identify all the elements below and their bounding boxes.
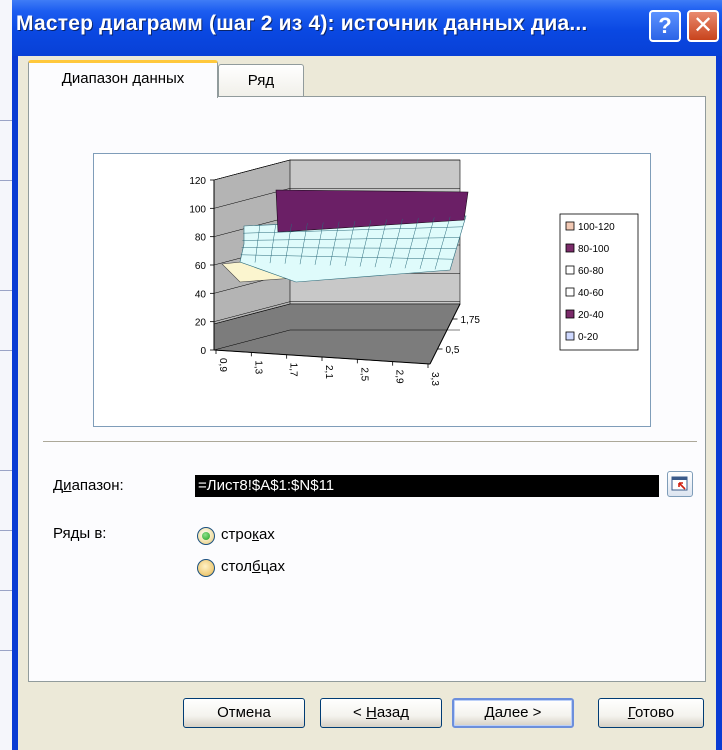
legend-swatch	[565, 287, 575, 297]
series-in-label: Ряды в:	[53, 525, 107, 542]
rows-radio-label[interactable]: строках	[221, 526, 275, 543]
legend-label: 60-80	[578, 266, 604, 277]
close-button[interactable]: ✕	[687, 10, 719, 42]
collapse-dialog-button[interactable]	[667, 471, 693, 497]
depth-tick-label: 0,5	[446, 345, 460, 356]
help-button[interactable]: ?	[649, 10, 681, 42]
tab-panel: 0 20 40 60 80 100 120 0,9 1,3 1,7 2,1 2,5 2,9 3,3 1,…	[28, 96, 706, 682]
x-tick-label: 2,9	[394, 370, 405, 384]
legend-label: 20-40	[578, 310, 604, 321]
help-icon: ?	[658, 13, 672, 38]
legend-box	[559, 213, 639, 351]
legend-swatch	[565, 243, 575, 253]
tab-data-range[interactable]: Диапазон данных	[28, 60, 218, 98]
y-tick-label: 0	[200, 346, 206, 357]
collapse-dialog-icon	[671, 476, 688, 491]
finish-button[interactable]: Готово	[598, 698, 704, 728]
tab-series-label: Ряд	[247, 72, 275, 89]
rows-radio[interactable]	[197, 527, 215, 545]
x-tick-label: 1,3	[252, 360, 263, 374]
y-tick-label: 60	[195, 261, 207, 272]
chart-wizard-dialog: Мастер диаграмм (шаг 2 из 4): источник д…	[12, 0, 722, 750]
surface-chart: 0 20 40 60 80 100 120 0,9 1,3 1,7 2,1 2,5 2,9 3,3 1,…	[189, 159, 639, 386]
range-label: Диапазон:	[53, 477, 124, 494]
x-tick-label: 2,1	[323, 365, 334, 379]
legend-swatch	[565, 309, 575, 319]
depth-tick-label: 1,75	[461, 315, 481, 326]
legend-swatch	[565, 331, 575, 341]
range-input[interactable]: =Лист8!$A$1:$N$11	[195, 475, 659, 497]
y-tick-label: 80	[195, 233, 207, 244]
radio-checked-dot	[202, 532, 210, 540]
legend-swatch	[565, 221, 575, 231]
y-tick-label: 100	[189, 204, 206, 215]
chart-preview: 0 20 40 60 80 100 120 0,9 1,3 1,7 2,1 2,5 2,9 3,3 1,…	[93, 153, 651, 427]
y-tick-label: 40	[195, 289, 207, 300]
dialog-title: Мастер диаграмм (шаг 2 из 4): источник д…	[16, 12, 588, 35]
close-icon: ✕	[692, 12, 714, 39]
background-window-strip	[0, 0, 12, 750]
cancel-button[interactable]: Отмена	[183, 698, 305, 728]
legend-label: 80-100	[578, 244, 610, 255]
legend-label: 100-120	[578, 222, 615, 233]
x-tick-label: 2,5	[358, 367, 369, 381]
y-tick-label: 20	[195, 318, 207, 329]
legend-label: 0-20	[578, 332, 598, 343]
legend-label: 40-60	[578, 288, 604, 299]
back-button[interactable]: < Назад	[320, 698, 442, 728]
next-button[interactable]: Далее >	[452, 698, 574, 728]
separator-line	[43, 441, 697, 442]
tab-series[interactable]: Ряд	[218, 64, 304, 98]
title-bar[interactable]: Мастер диаграмм (шаг 2 из 4): источник д…	[12, 0, 722, 56]
x-tick-label: 1,7	[288, 363, 299, 377]
columns-radio-label[interactable]: столбцах	[221, 558, 285, 575]
dialog-client-area: Диапазон данных Ряд 0 20 40 60 80 100 12…	[18, 56, 716, 750]
x-tick-label: 3,3	[429, 372, 440, 386]
tab-data-range-label: Диапазон данных	[61, 70, 185, 87]
columns-radio[interactable]	[197, 559, 215, 577]
legend-swatch	[565, 265, 575, 275]
x-tick-label: 0,9	[217, 358, 228, 372]
y-tick-label: 120	[189, 176, 206, 187]
